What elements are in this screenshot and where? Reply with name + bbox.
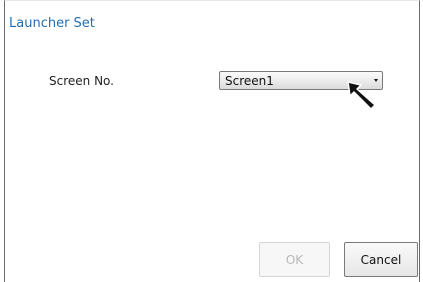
screen-no-select-value: Screen1 bbox=[225, 74, 274, 88]
ok-button[interactable]: OK bbox=[259, 242, 330, 277]
launcher-set-dialog: Launcher Set Screen No. Screen1 OK Cance… bbox=[4, 0, 420, 282]
dialog-title: Launcher Set bbox=[9, 16, 95, 31]
cancel-button[interactable]: Cancel bbox=[344, 242, 418, 277]
mouse-cursor-icon bbox=[347, 81, 376, 110]
screen-no-label: Screen No. bbox=[49, 74, 114, 88]
